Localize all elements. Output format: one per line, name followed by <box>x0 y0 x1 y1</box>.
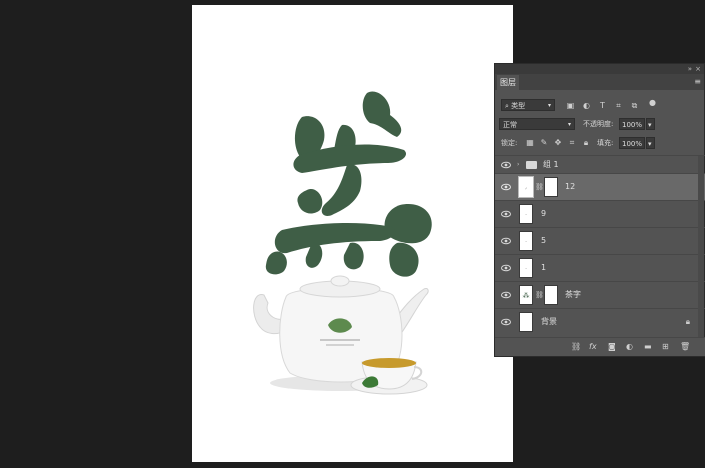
layer-thumbnail: ⁂ <box>519 285 533 305</box>
trash-icon[interactable]: 🗑︎ <box>680 341 690 353</box>
adjustment-filter-icon[interactable]: ◐ <box>581 100 592 111</box>
tea-calligraphy-character <box>265 91 432 277</box>
layer-row-group[interactable]: › 组 1 <box>495 155 705 173</box>
folder-icon <box>526 161 537 169</box>
lock-paint-icon[interactable]: ✎ <box>539 137 549 148</box>
layers-scrollbar[interactable] <box>698 156 704 338</box>
layer-name: 5 <box>541 236 547 245</box>
layer-thumbnail: ⸝ <box>518 176 534 198</box>
fx-icon[interactable]: fx <box>589 341 597 353</box>
chain-link-icon[interactable]: ⛓︎ <box>535 183 544 191</box>
filter-toggle-icon[interactable]: ● <box>647 97 658 108</box>
layers-footer: ⛓︎ fx ◙ ◐ ▬ ⊞ 🗑︎ <box>495 337 705 356</box>
layer-row-tea-character[interactable]: ⁂ ⛓︎ 茶字 <box>495 281 705 308</box>
new-layer-icon[interactable]: ⊞ <box>662 341 669 353</box>
layer-row-9[interactable]: · 9 <box>495 200 705 227</box>
layer-mask-thumbnail[interactable] <box>544 177 558 197</box>
shape-filter-icon[interactable]: ⌗ <box>613 100 624 111</box>
chevron-down-icon: ▾ <box>547 102 551 109</box>
link-icon[interactable]: ⛓︎ <box>571 341 581 353</box>
eye-icon[interactable] <box>501 210 511 218</box>
chevron-down-icon: ▾ <box>648 121 652 129</box>
expand-arrow-icon[interactable]: › <box>517 159 519 171</box>
layer-row-1[interactable]: · 1 <box>495 254 705 281</box>
blend-mode-value: 正常 <box>503 121 517 129</box>
fill-dropdown[interactable]: ▾ <box>646 137 655 149</box>
lock-artboard-icon[interactable]: ⌗ <box>567 137 577 148</box>
layer-name: 茶字 <box>565 290 581 299</box>
panel-menu-icon[interactable]: ≡ <box>694 78 701 86</box>
layer-row-background[interactable]: 背景 🔒︎ <box>495 308 705 335</box>
fill-input[interactable]: 100% <box>619 137 645 149</box>
collapse-panel-button[interactable]: » <box>688 64 692 74</box>
smart-object-filter-icon[interactable]: ⧉ <box>629 100 640 111</box>
filter-row: ⌕ 类型 ▾ ▣ ◐ T ⌗ ⧉ ● <box>495 97 705 115</box>
lock-icon: 🔒︎ <box>685 317 690 326</box>
layer-thumbnail <box>519 312 533 332</box>
adjustment-icon[interactable]: ◐ <box>626 341 633 353</box>
mask-icon[interactable]: ◙ <box>608 341 616 353</box>
layer-thumbnail: · <box>519 231 533 251</box>
lock-transparent-icon[interactable]: ▦ <box>525 137 535 148</box>
chevron-down-icon: ▾ <box>567 121 571 128</box>
eye-icon[interactable] <box>501 161 511 169</box>
pixel-filter-icon[interactable]: ▣ <box>565 100 576 111</box>
layer-row-5[interactable]: · 5 <box>495 227 705 254</box>
layer-name: 组 1 <box>543 160 559 169</box>
layer-thumbnail: · <box>519 204 533 224</box>
layer-name: 9 <box>541 209 547 218</box>
panel-tab-bar: 图层 ≡ <box>495 74 704 90</box>
layer-name: 背景 <box>541 317 557 326</box>
layer-mask-thumbnail[interactable] <box>544 285 558 305</box>
blend-mode-select[interactable]: 正常 ▾ <box>499 118 575 130</box>
eye-icon[interactable] <box>501 183 511 191</box>
document-canvas[interactable] <box>192 5 513 462</box>
tea-artwork <box>253 91 432 395</box>
panel-titlebar: » × <box>495 64 704 74</box>
opacity-label: 不透明度: <box>583 120 614 128</box>
lock-position-icon[interactable]: ✥ <box>553 137 563 148</box>
layers-panel: » × 图层 ≡ ⌕ 类型 ▾ ▣ ◐ T ⌗ ⧉ ● 正常 ▾ 不透明度: 1… <box>494 63 705 357</box>
folder-icon[interactable]: ▬ <box>644 341 652 353</box>
search-icon: ⌕ <box>505 102 509 110</box>
chevron-down-icon: ▾ <box>648 140 652 148</box>
eye-icon[interactable] <box>501 264 511 272</box>
filter-kind-value: 类型 <box>511 102 526 110</box>
layer-thumbnail: · <box>519 258 533 278</box>
opacity-dropdown[interactable]: ▾ <box>646 118 655 130</box>
eye-icon[interactable] <box>501 291 511 299</box>
layer-name: 12 <box>565 182 576 191</box>
layer-name: 1 <box>541 263 547 272</box>
blend-row: 正常 ▾ 不透明度: 100% ▾ <box>495 115 705 133</box>
filter-kind-select[interactable]: ⌕ 类型 ▾ <box>501 99 555 111</box>
fill-label: 填充: <box>597 139 614 147</box>
lock-row: 锁定: ▦ ✎ ✥ ⌗ 🔒︎ 填充: 100% ▾ <box>495 134 705 152</box>
layer-row-12[interactable]: ⸝ ⛓︎ 12 <box>495 173 705 200</box>
tab-layers[interactable]: 图层 <box>497 75 519 90</box>
opacity-input[interactable]: 100% <box>619 118 645 130</box>
lock-all-icon[interactable]: 🔒︎ <box>581 137 591 148</box>
eye-icon[interactable] <box>501 318 511 326</box>
chain-link-icon[interactable]: ⛓︎ <box>535 291 544 299</box>
eye-icon[interactable] <box>501 237 511 245</box>
lock-label: 锁定: <box>501 139 518 147</box>
close-panel-button[interactable]: × <box>695 64 701 74</box>
type-filter-icon[interactable]: T <box>597 100 608 111</box>
